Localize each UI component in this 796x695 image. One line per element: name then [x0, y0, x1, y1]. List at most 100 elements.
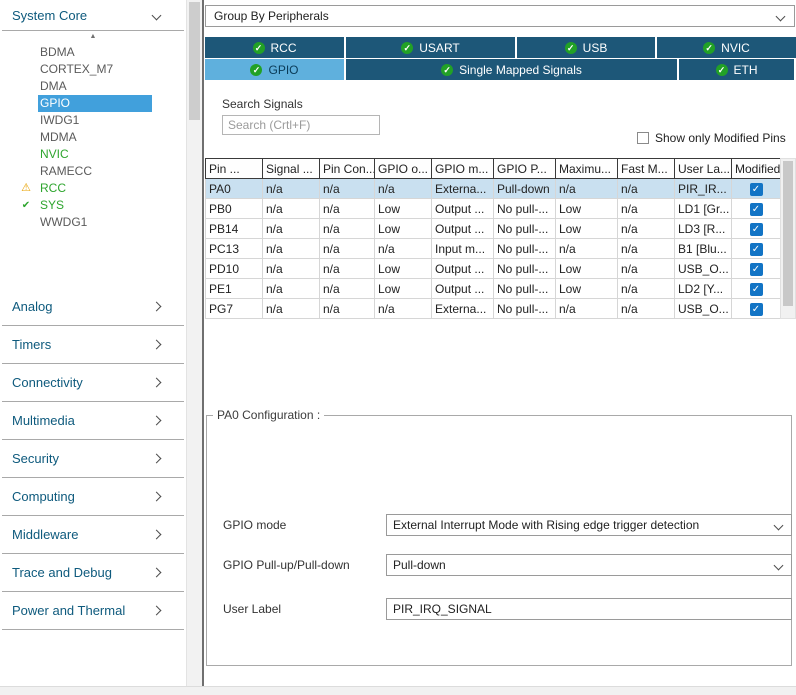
cell: Output ... [432, 199, 494, 219]
category-computing[interactable]: Computing [2, 478, 184, 516]
category-security[interactable]: Security [2, 440, 184, 478]
modified-checkbox[interactable]: ✓ [750, 263, 763, 276]
sidebar-scrollbar[interactable] [186, 0, 203, 686]
table-scrollbar[interactable] [780, 158, 796, 319]
tab-rcc[interactable]: ✓ RCC [205, 37, 344, 58]
modified-checkbox[interactable]: ✓ [750, 183, 763, 196]
sidebar-item-dma[interactable]: DMA [0, 78, 186, 95]
check-circle-icon: ✓ [441, 64, 453, 76]
peripheral-tabs-row-1: ✓ RCC ✓ USART ✓ USB ✓ NVIC [205, 37, 796, 58]
cell: Low [556, 259, 618, 279]
chevron-right-icon [152, 302, 162, 312]
gpio-mode-value: External Interrupt Mode with Rising edge… [393, 518, 699, 532]
column-header-gpio-mode[interactable]: GPIO m... [432, 159, 494, 179]
table-row-pc13[interactable]: PC13 n/a n/a n/a Input m... No pull-... … [206, 239, 781, 259]
sidebar-item-cortex-m7[interactable]: CORTEX_M7 [0, 61, 186, 78]
column-header-maximum-speed[interactable]: Maximu... [556, 159, 618, 179]
table-row-pb0[interactable]: PB0 n/a n/a Low Output ... No pull-... L… [206, 199, 781, 219]
column-header-signal[interactable]: Signal ... [263, 159, 320, 179]
sidebar-item-label: SYS [40, 198, 64, 212]
table-row-pe1[interactable]: PE1 n/a n/a Low Output ... No pull-... L… [206, 279, 781, 299]
category-power-and-thermal[interactable]: Power and Thermal [2, 592, 184, 630]
modified-checkbox[interactable]: ✓ [750, 203, 763, 216]
sidebar-item-mdma[interactable]: MDMA [0, 129, 186, 146]
column-header-fast-mode[interactable]: Fast M... [618, 159, 675, 179]
category-label: Power and Thermal [12, 603, 125, 618]
category-multimedia[interactable]: Multimedia [2, 402, 184, 440]
user-label-input[interactable] [386, 598, 792, 620]
cell: n/a [618, 179, 675, 199]
table-row-pg7[interactable]: PG7 n/a n/a n/a Externa... No pull-... n… [206, 299, 781, 319]
peripheral-list: BDMA CORTEX_M7 DMA GPIO IWDG1 MDMA NVIC … [0, 44, 186, 231]
show-only-modified-checkbox[interactable] [637, 132, 649, 144]
cell-modified: ✓ [732, 219, 781, 239]
column-header-gpio-output[interactable]: GPIO o... [375, 159, 432, 179]
table-header-row: Pin ... Signal ... Pin Con... GPIO o... … [206, 159, 781, 179]
tab-eth[interactable]: ✓ ETH [679, 59, 794, 80]
sidebar-item-sys[interactable]: ✔SYS [0, 197, 186, 214]
category-trace-and-debug[interactable]: Trace and Debug [2, 554, 184, 592]
column-header-pin-context[interactable]: Pin Con... [320, 159, 375, 179]
tab-usart[interactable]: ✓ USART [346, 37, 515, 58]
table-row-pd10[interactable]: PD10 n/a n/a Low Output ... No pull-... … [206, 259, 781, 279]
cell: Low [375, 279, 432, 299]
tab-label: NVIC [721, 41, 750, 55]
modified-checkbox[interactable]: ✓ [750, 303, 763, 316]
tab-usb[interactable]: ✓ USB [517, 37, 655, 58]
category-connectivity[interactable]: Connectivity [2, 364, 184, 402]
scroll-up-icon[interactable]: ▲ [0, 33, 186, 41]
cell: n/a [618, 199, 675, 219]
sidebar-item-iwdg1[interactable]: IWDG1 [0, 112, 186, 129]
cell: Externa... [432, 179, 494, 199]
column-header-pin[interactable]: Pin ... [206, 159, 263, 179]
sidebar-item-ramecc[interactable]: RAMECC [0, 163, 186, 180]
category-middleware[interactable]: Middleware [2, 516, 184, 554]
category-list: Analog Timers Connectivity Multimedia Se… [2, 288, 184, 630]
sidebar-item-bdma[interactable]: BDMA [0, 44, 186, 61]
cell: n/a [375, 299, 432, 319]
gpio-config-panel: Group By Peripherals ✓ RCC ✓ USART ✓ USB… [204, 0, 796, 686]
cell: No pull-... [494, 199, 556, 219]
scrollbar-thumb[interactable] [783, 161, 793, 306]
sidebar-item-nvic[interactable]: NVIC [0, 146, 186, 163]
chevron-right-icon [152, 492, 162, 502]
modified-checkbox[interactable]: ✓ [750, 223, 763, 236]
gpio-mode-select[interactable]: External Interrupt Mode with Rising edge… [386, 514, 792, 536]
show-only-modified-toggle[interactable]: Show only Modified Pins [637, 131, 786, 145]
check-circle-icon: ✓ [565, 42, 577, 54]
cell: LD2 [Y... [675, 279, 732, 299]
cell: Low [375, 219, 432, 239]
cell: PG7 [206, 299, 263, 319]
sidebar-item-wwdg1[interactable]: WWDG1 [0, 214, 186, 231]
cell: n/a [263, 279, 320, 299]
cell: n/a [320, 259, 375, 279]
category-system-core[interactable]: System Core [2, 2, 184, 31]
category-analog[interactable]: Analog [2, 288, 184, 326]
cell: Output ... [432, 259, 494, 279]
cell-modified: ✓ [732, 239, 781, 259]
column-header-modified[interactable]: Modified [732, 159, 781, 179]
pa0-configuration-group: PA0 Configuration : GPIO mode External I… [206, 408, 792, 666]
tab-nvic[interactable]: ✓ NVIC [657, 37, 796, 58]
scrollbar-thumb[interactable] [189, 2, 200, 120]
column-header-user-label[interactable]: User La... [675, 159, 732, 179]
table-row-pb14[interactable]: PB14 n/a n/a Low Output ... No pull-... … [206, 219, 781, 239]
sidebar-item-gpio[interactable]: GPIO [38, 95, 152, 112]
modified-checkbox[interactable]: ✓ [750, 283, 763, 296]
search-input[interactable] [222, 115, 380, 135]
tab-gpio[interactable]: ✓ GPIO [205, 59, 344, 80]
cell: n/a [320, 179, 375, 199]
column-header-gpio-pull[interactable]: GPIO P... [494, 159, 556, 179]
cell: Pull-down [494, 179, 556, 199]
cell: USB_O... [675, 259, 732, 279]
table-row-pa0[interactable]: PA0 n/a n/a n/a Externa... Pull-down n/a… [206, 179, 781, 199]
sidebar-item-rcc[interactable]: ⚠RCC [0, 180, 186, 197]
pins-table-wrap: Pin ... Signal ... Pin Con... GPIO o... … [205, 158, 780, 319]
gpio-pull-select[interactable]: Pull-down [386, 554, 792, 576]
tab-single-mapped-signals[interactable]: ✓ Single Mapped Signals [346, 59, 677, 80]
category-timers[interactable]: Timers [2, 326, 184, 364]
modified-checkbox[interactable]: ✓ [750, 243, 763, 256]
group-by-select[interactable]: Group By Peripherals [205, 5, 795, 27]
cell: n/a [556, 179, 618, 199]
check-circle-icon: ✓ [401, 42, 413, 54]
